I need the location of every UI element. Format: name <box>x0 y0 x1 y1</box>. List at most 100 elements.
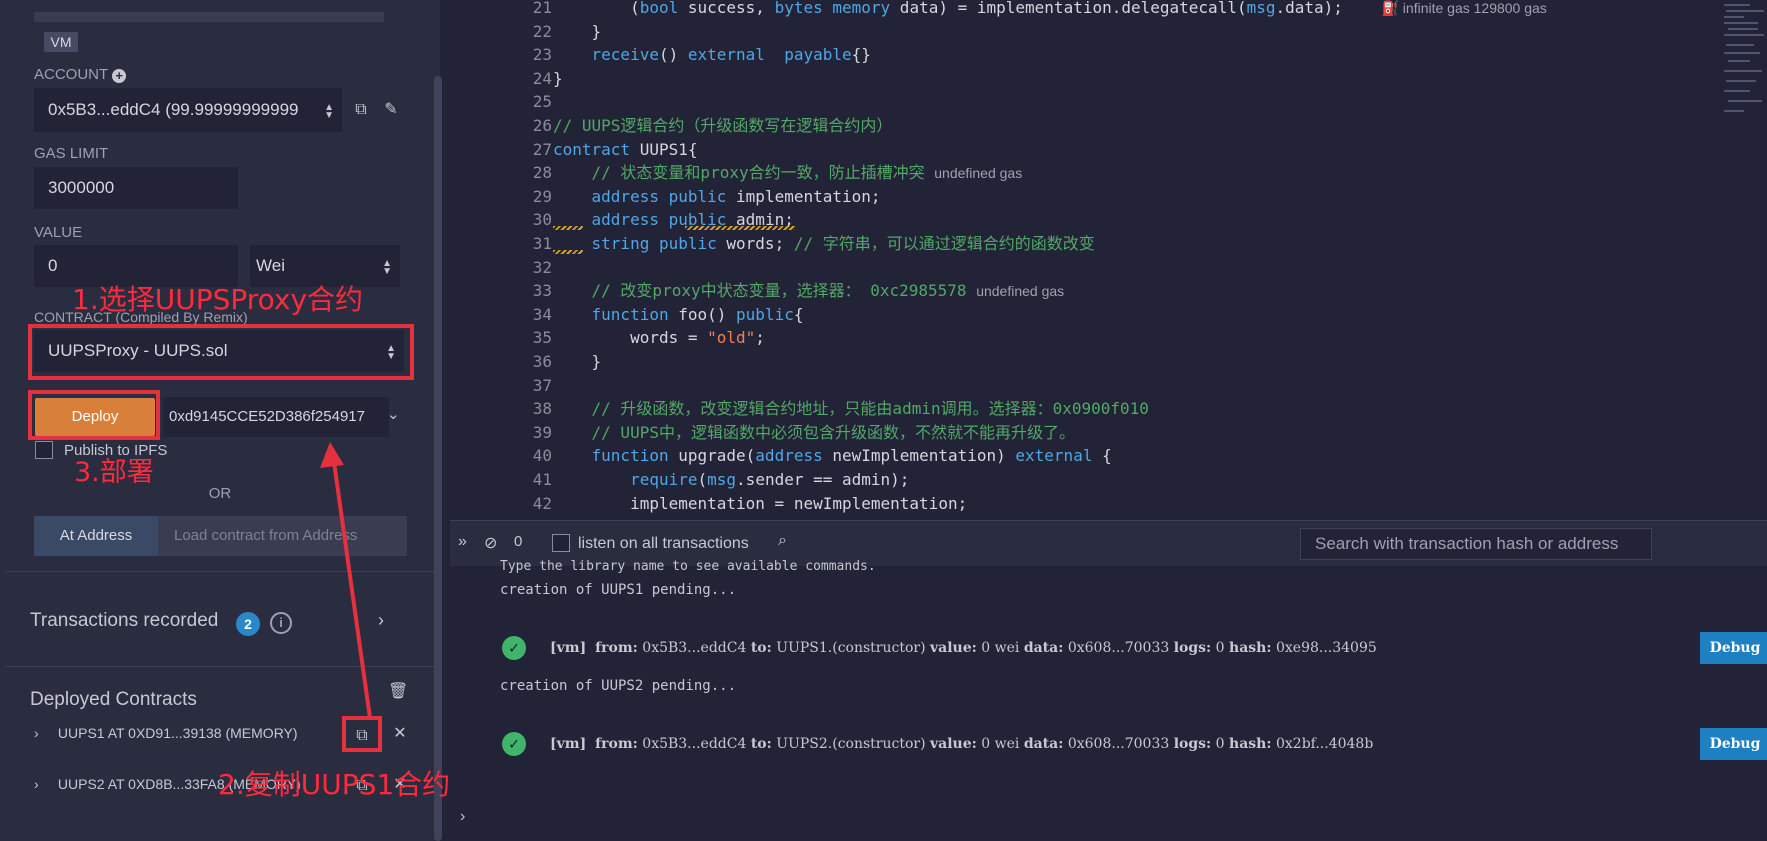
line-number: 37 <box>532 375 552 395</box>
load-contract-input[interactable]: Load contract from Address <box>158 516 407 556</box>
deploy-address-input[interactable]: 0xd9145CCE52D386f254917 <box>163 397 389 437</box>
line-number: 36 <box>532 352 552 371</box>
code-line: receive() external payable{} <box>591 45 871 65</box>
code-line: // 状态变量和proxy合约一致，防止插槽冲突 undefined gas <box>591 163 1023 183</box>
transaction-log[interactable]: [vm] from: 0x5B3...eddC4 to: UUPS1.(cons… <box>550 633 1377 663</box>
editor-minimap[interactable] <box>1720 0 1767 130</box>
pending-message: creation of UUPS1 pending... <box>500 582 737 598</box>
line-number: 41 <box>532 470 552 489</box>
code-line: words = "old"; <box>553 328 765 348</box>
chevron-right-icon[interactable]: › <box>378 610 384 631</box>
transaction-log[interactable]: [vm] from: 0x5B3...eddC4 to: UUPS2.(cons… <box>550 729 1373 759</box>
line-number: 38 <box>532 399 552 419</box>
collapse-terminal-icon[interactable]: » <box>458 533 467 551</box>
listen-transactions-checkbox[interactable] <box>552 534 570 552</box>
environment-badge: VM <box>44 32 78 52</box>
code-line: string public words; // 字符串，可以通过逻辑合约的函数改… <box>591 234 1095 253</box>
line-number: 30 <box>532 210 552 230</box>
transactions-count-badge: 2 <box>236 612 260 636</box>
select-arrows-icon: ▲ ▼ <box>382 258 392 277</box>
terminal-prompt-icon[interactable]: › <box>460 808 465 826</box>
code-line: function foo() public{ <box>591 304 804 324</box>
code-line: (bool success, bytes memory data) = impl… <box>553 0 1547 17</box>
annotation-box-deploy <box>28 390 160 440</box>
chevron-right-icon[interactable]: › <box>34 776 54 792</box>
clear-console-icon[interactable]: ⊘ <box>484 533 497 553</box>
code-line: address public implementation; <box>591 186 881 206</box>
debug-button[interactable]: Debug <box>1700 632 1767 664</box>
line-number: 39 <box>532 422 552 442</box>
line-number: 24 <box>532 68 552 88</box>
trash-icon[interactable]: 🗑 <box>388 682 408 702</box>
code-editor[interactable]: 21 (bool success, bytes memory data) = i… <box>450 0 1767 520</box>
account-select[interactable]: 0x5B3...eddC4 (99.99999999999 ▲ ▼ <box>34 88 342 132</box>
code-line: // UUPS逻辑合约（升级函数写在逻辑合约内） <box>553 116 893 135</box>
account-value: 0x5B3...eddC4 (99.99999999999 <box>48 100 299 119</box>
terminal-intro: Type the library name to see available c… <box>500 559 876 574</box>
chevron-down-icon[interactable]: ⌄ <box>387 405 400 423</box>
at-address-button[interactable]: At Address <box>34 516 158 556</box>
close-icon[interactable]: ✕ <box>390 724 410 744</box>
copy-icon[interactable]: ⧉ <box>351 100 371 120</box>
annotation-box-contract <box>28 324 414 380</box>
gas-estimate: undefined gas <box>976 283 1065 300</box>
transaction-search-input[interactable]: Search with transaction hash or address <box>1300 528 1652 560</box>
gas-estimate: undefined gas <box>934 165 1023 182</box>
or-divider: OR <box>208 485 232 502</box>
success-check-icon: ✓ <box>502 636 526 660</box>
code-line: } <box>553 352 602 371</box>
success-check-icon: ✓ <box>502 732 526 756</box>
code-line: contract UUPS1{ <box>553 139 698 159</box>
gas-limit-input[interactable]: 3000000 <box>34 167 238 209</box>
deploy-run-panel: VM ACCOUNT + 0x5B3...eddC4 (99.9999999999… <box>0 0 440 841</box>
contract-instance-label: UUPS1 AT 0XD91...39138 (MEMORY) <box>57 725 298 741</box>
line-number: 33 <box>532 281 552 301</box>
gas-limit-label: GAS LIMIT <box>34 145 109 162</box>
line-number: 26 <box>532 116 552 135</box>
warning-squiggle <box>685 226 795 230</box>
deployed-contracts-title: Deployed Contracts <box>30 689 197 710</box>
divider <box>5 571 437 572</box>
line-number: 27 <box>532 139 552 159</box>
code-line: // 改变proxy中状态变量，选择器： 0xc2985578 undefine… <box>591 281 1065 301</box>
debug-button[interactable]: Debug <box>1700 728 1767 760</box>
sidebar-scrollbar[interactable] <box>434 76 442 841</box>
info-icon[interactable]: i <box>270 612 292 634</box>
code-line: // UUPS中，逻辑函数中必须包含升级函数，不然就不能再升级了。 <box>591 422 1075 442</box>
chevron-right-icon[interactable]: › <box>34 725 54 741</box>
gas-estimate: infinite gas 129800 gas <box>1402 0 1547 16</box>
divider <box>5 666 437 667</box>
line-number: 34 <box>532 304 552 324</box>
warning-squiggle <box>553 250 583 254</box>
select-arrows-icon: ▲ ▼ <box>324 102 334 121</box>
code-line: function upgrade(address newImplementati… <box>591 446 1112 466</box>
edit-icon[interactable]: ✎ <box>381 100 401 120</box>
line-number: 31 <box>532 234 552 253</box>
line-number: 23 <box>532 45 552 65</box>
transactions-recorded-label[interactable]: Transactions recorded <box>30 610 218 632</box>
line-number: 35 <box>532 328 552 348</box>
line-number: 21 <box>532 0 552 17</box>
annotation-box-copy <box>342 716 382 752</box>
code-line: } <box>553 68 563 88</box>
search-icon: ⌕ <box>778 532 787 549</box>
line-number: 42 <box>532 493 552 513</box>
code-line: require(msg.sender == admin); <box>630 470 910 489</box>
code-line: } <box>553 21 602 41</box>
deployed-contract-item[interactable]: › UUPS1 AT 0XD91...39138 (MEMORY) <box>34 725 298 741</box>
value-unit: Wei <box>256 256 285 275</box>
annotation-step1: 1.选择UUPSProxy合约 <box>72 283 364 316</box>
pending-count: 0 <box>514 533 523 550</box>
line-number: 32 <box>532 257 552 277</box>
terminal-output: Type the library name to see available c… <box>450 559 1767 841</box>
code-line: // 升级函数，改变逻辑合约地址，只能由admin调用。选择器：0x0900f0… <box>591 399 1149 419</box>
publish-ipfs-checkbox[interactable] <box>35 441 53 459</box>
environment-select-remnant[interactable] <box>34 12 384 22</box>
pending-message: creation of UUPS2 pending... <box>500 678 737 694</box>
line-number: 25 <box>532 92 552 112</box>
annotation-step3: 3.部署 <box>74 457 154 488</box>
code-line: implementation = newImplementation; <box>553 493 968 513</box>
add-account-icon[interactable]: + <box>112 69 127 83</box>
line-number: 29 <box>532 186 552 206</box>
account-label: ACCOUNT + <box>34 66 127 83</box>
